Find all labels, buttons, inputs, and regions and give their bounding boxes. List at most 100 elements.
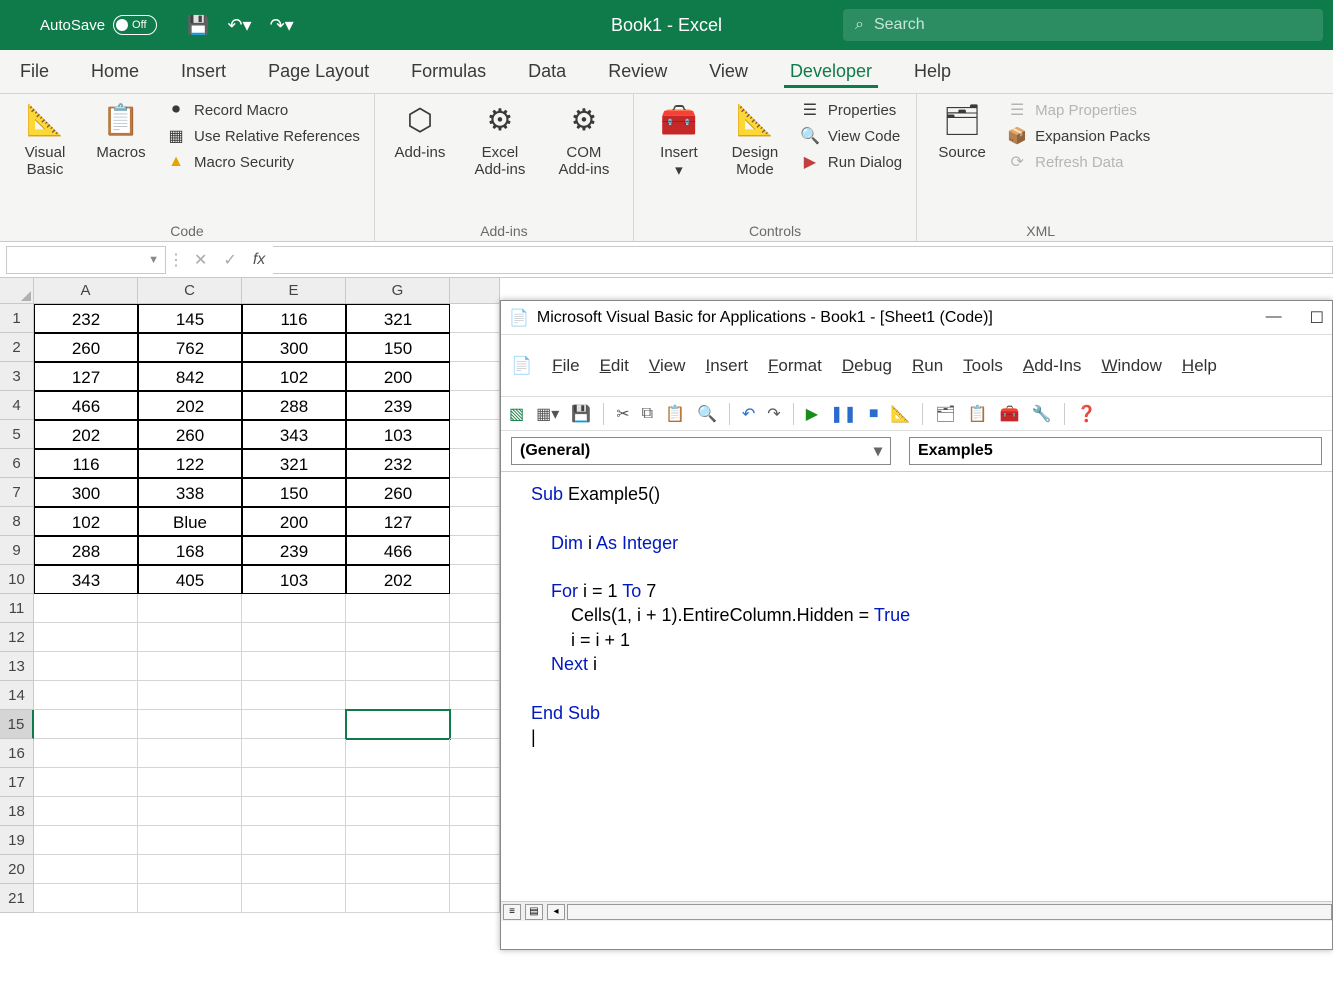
vba-menu-add-ins[interactable]: Add-Ins [1023,356,1082,376]
cell[interactable]: 102 [34,507,138,536]
cell[interactable]: Blue [138,507,242,536]
vba-scrollbar[interactable]: ≡ ▤ ◂ [501,901,1332,921]
row-header[interactable]: 5 [0,420,34,449]
vba-menu-debug[interactable]: Debug [842,356,892,376]
cell[interactable] [346,739,450,768]
cell[interactable]: 127 [346,507,450,536]
cell[interactable]: 232 [346,449,450,478]
design-icon[interactable]: 📐 [891,404,911,424]
cell[interactable] [346,710,450,739]
cell[interactable]: 762 [138,333,242,362]
project-icon[interactable]: 🗂 [935,404,955,424]
cell[interactable] [138,594,242,623]
vba-menu-format[interactable]: Format [768,356,822,376]
enter-icon[interactable]: ✓ [223,250,236,270]
cell[interactable]: 288 [242,391,346,420]
cell[interactable] [346,797,450,826]
cell[interactable] [242,884,346,913]
cell[interactable]: 202 [346,565,450,594]
cell[interactable]: 116 [242,304,346,333]
row-header[interactable]: 20 [0,855,34,884]
vba-menu-insert[interactable]: Insert [705,356,748,376]
cell[interactable]: 150 [346,333,450,362]
cell[interactable] [34,681,138,710]
row-header[interactable]: 17 [0,768,34,797]
row-header[interactable]: 19 [0,826,34,855]
vba-object-combo[interactable]: (General)▾ [511,437,891,465]
vba-code-editor[interactable]: Sub Example5() Dim i As Integer For i = … [501,471,1332,901]
redo-icon[interactable]: ↷ [767,404,780,424]
cell[interactable] [346,594,450,623]
tab-developer[interactable]: Developer [784,55,878,88]
excel-icon[interactable]: ▧ [509,404,524,424]
cell[interactable] [34,594,138,623]
tab-home[interactable]: Home [85,55,145,88]
cell[interactable] [138,739,242,768]
row-header[interactable]: 12 [0,623,34,652]
cell[interactable] [34,855,138,884]
source-button[interactable]: 🗂Source [931,100,993,161]
expansion-packs-button[interactable]: 📦Expansion Packs [1007,126,1150,146]
cell[interactable]: 103 [346,420,450,449]
cell[interactable] [346,623,450,652]
cell[interactable] [242,826,346,855]
cell[interactable]: 338 [138,478,242,507]
cell[interactable]: 168 [138,536,242,565]
toolbox-icon[interactable]: 🧰 [1000,404,1020,424]
cell[interactable] [34,768,138,797]
row-header[interactable]: 6 [0,449,34,478]
vba-menu-help[interactable]: Help [1182,356,1217,376]
cell[interactable] [450,507,500,536]
vba-menu-edit[interactable]: Edit [600,356,629,376]
row-header[interactable]: 2 [0,333,34,362]
cell[interactable]: 466 [34,391,138,420]
save-icon[interactable]: 💾 [187,15,209,36]
cell[interactable] [346,768,450,797]
cell[interactable] [450,710,500,739]
cell[interactable] [450,362,500,391]
refresh-data-button[interactable]: ⟳Refresh Data [1007,152,1150,172]
cell[interactable]: 300 [242,333,346,362]
cell[interactable] [450,333,500,362]
cell[interactable]: 300 [34,478,138,507]
use-relative-button[interactable]: ▦Use Relative References [166,126,360,146]
cell[interactable] [242,797,346,826]
cell[interactable]: 200 [346,362,450,391]
vba-window[interactable]: 📄 Microsoft Visual Basic for Application… [500,300,1333,950]
row-header[interactable]: 1 [0,304,34,333]
row-header[interactable]: 3 [0,362,34,391]
cell[interactable]: 260 [34,333,138,362]
cell[interactable]: 260 [138,420,242,449]
vba-menu-tools[interactable]: Tools [963,356,1003,376]
com-addins-button[interactable]: ⚙COM Add-ins [549,100,619,178]
cell[interactable]: 343 [242,420,346,449]
row-header[interactable]: 11 [0,594,34,623]
select-all-corner[interactable] [0,278,34,304]
undo-icon[interactable]: ↶▾ [227,15,251,36]
cell[interactable] [450,855,500,884]
cell[interactable]: 842 [138,362,242,391]
cell[interactable]: 405 [138,565,242,594]
cell[interactable]: 116 [34,449,138,478]
design-mode-button[interactable]: 📐Design Mode [724,100,786,178]
save-icon[interactable]: 💾 [571,404,591,424]
cell[interactable] [138,623,242,652]
cell[interactable] [138,855,242,884]
row-header[interactable]: 8 [0,507,34,536]
cell[interactable] [138,768,242,797]
redo-icon[interactable]: ↷▾ [270,15,294,36]
run-dialog-button[interactable]: ▶Run Dialog [800,152,902,172]
paste-icon[interactable]: 📋 [665,404,685,424]
cell[interactable]: 232 [34,304,138,333]
col-header[interactable]: A [34,278,138,304]
cell[interactable] [450,797,500,826]
cell[interactable]: 343 [34,565,138,594]
formula-input[interactable] [273,246,1333,274]
cell[interactable] [34,826,138,855]
cell[interactable] [242,594,346,623]
cell[interactable] [450,739,500,768]
undo-icon[interactable]: ↶ [742,404,755,424]
cell[interactable] [34,797,138,826]
cell[interactable]: 145 [138,304,242,333]
maximize-icon[interactable]: ☐ [1310,308,1324,328]
